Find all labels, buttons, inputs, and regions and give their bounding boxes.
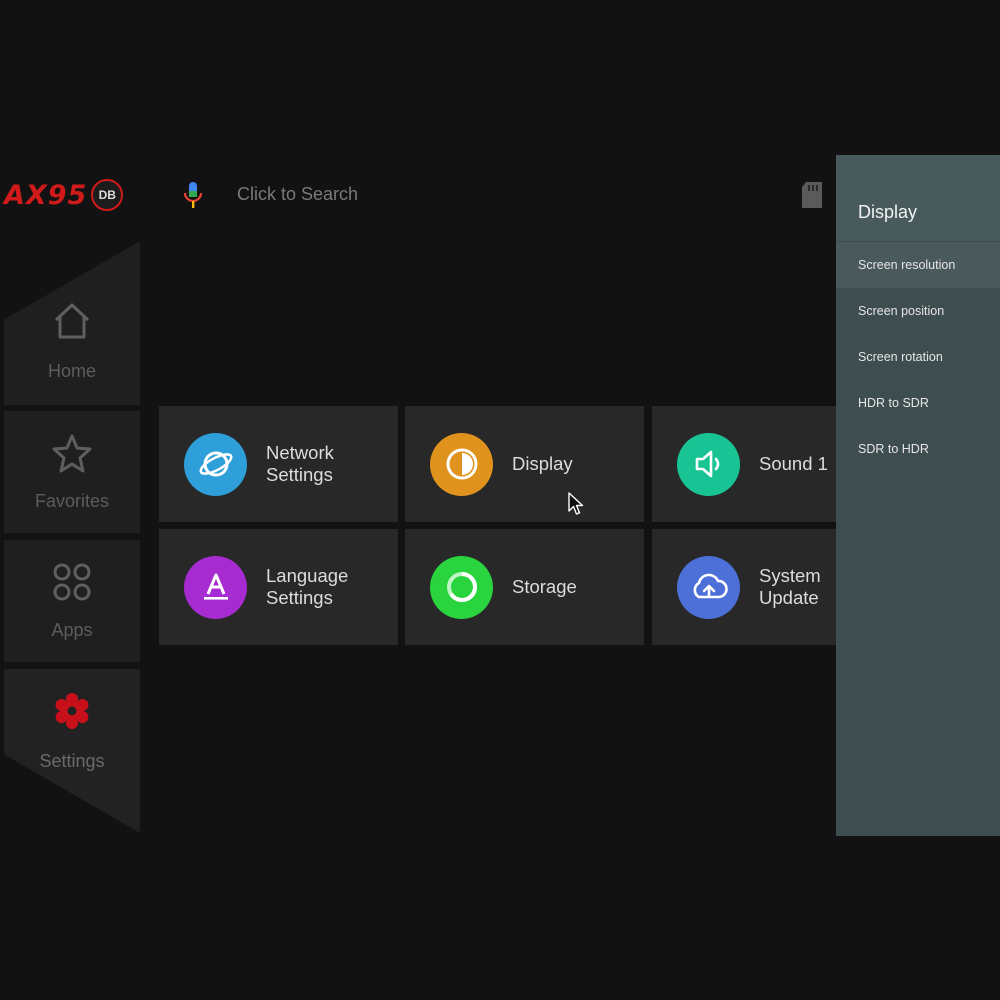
brand-logo: AX95 DB <box>4 176 124 214</box>
contrast-icon <box>430 432 493 496</box>
nav-apps-label: Apps <box>51 620 93 640</box>
nav-favorites-label: Favorites <box>34 491 110 511</box>
mic-icon[interactable] <box>182 181 204 211</box>
nav-favorites[interactable]: Favorites <box>4 411 140 533</box>
search-input[interactable]: Click to Search <box>237 184 358 205</box>
star-icon <box>52 434 92 473</box>
font-icon <box>184 555 247 619</box>
display-panel: Display Screen resolution Screen positio… <box>836 155 1000 836</box>
speaker-icon <box>677 432 740 496</box>
tile-network-label-1: Network <box>266 442 334 463</box>
tile-sound[interactable]: Sound 1 <box>652 406 836 522</box>
brand-text: AX95 <box>4 179 88 211</box>
tile-update-label-1: System <box>759 565 821 586</box>
tile-language-label-1: Language <box>266 565 349 586</box>
tile-language-label-2: Settings <box>266 587 333 608</box>
brand-badge: DB <box>91 179 124 211</box>
menu-item-screen-position[interactable]: Screen position <box>836 288 1000 334</box>
tile-sound-label: Sound 1 <box>759 453 828 474</box>
tile-column-clip: Sound 1 System Update <box>652 406 836 646</box>
menu-item-screen-rotation[interactable]: Screen rotation <box>836 334 1000 380</box>
home-icon <box>54 303 90 339</box>
tile-network-label-2: Settings <box>266 464 333 485</box>
nav-settings-label: Settings <box>39 751 105 771</box>
storage-ring-icon <box>430 555 493 619</box>
tile-network-settings[interactable]: Network Settings <box>159 406 398 522</box>
gear-icon <box>55 693 89 729</box>
tile-storage-label: Storage <box>512 576 577 597</box>
display-panel-title: Display <box>858 202 918 222</box>
nav-home-label: Home <box>47 361 96 381</box>
nav-apps[interactable]: Apps <box>4 540 140 662</box>
display-panel-header: Display <box>836 155 1000 241</box>
cloud-upload-icon <box>677 555 740 619</box>
sd-card-icon <box>802 182 822 208</box>
nav-home[interactable]: Home <box>4 241 140 405</box>
tile-storage[interactable]: Storage <box>405 529 644 645</box>
apps-grid-icon <box>53 563 91 601</box>
nav-settings[interactable]: Settings <box>4 669 140 833</box>
tile-language-settings[interactable]: Language Settings <box>159 529 398 645</box>
menu-item-screen-resolution[interactable]: Screen resolution <box>836 242 1000 288</box>
tile-update-label-2: Update <box>759 587 819 608</box>
tile-system-update[interactable]: System Update <box>652 529 836 645</box>
globe-icon <box>184 432 247 496</box>
tile-display-label: Display <box>512 453 573 474</box>
menu-item-sdr-to-hdr[interactable]: SDR to HDR <box>836 426 1000 472</box>
menu-item-hdr-to-sdr[interactable]: HDR to SDR <box>836 380 1000 426</box>
tile-display[interactable]: Display <box>405 406 644 522</box>
mouse-cursor-icon <box>568 492 584 515</box>
